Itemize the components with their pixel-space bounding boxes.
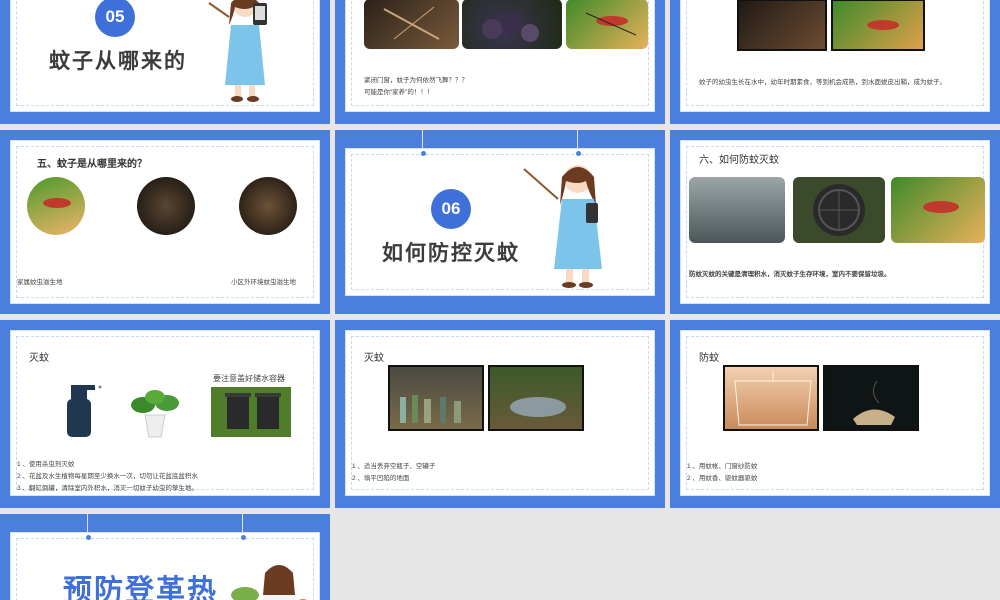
slide-thumbnail-kill-mosquitoes-1[interactable]: 灭蚊 要注意盖好储水容器 1 、使用杀虫剂灭蚊 2 、花盆及水生植物每星期至少换… xyxy=(0,320,330,508)
mosquito-net-photo xyxy=(723,365,819,431)
tip-2: 2 、花盆及水生植物每星期至少换水一次，切勿让花盆底盆积水 xyxy=(17,473,198,480)
tip-2: 2 、用蚊香、驱蚊器驱蚊 xyxy=(687,475,758,482)
slide-thumbnail-05[interactable]: 05 蚊子从哪来的 xyxy=(0,0,330,124)
slide-sorter-grid: 05 蚊子从哪来的 紧闭门窗，蚊子为何依然飞舞？？？ 可能是你“家养”的！！！ … xyxy=(0,0,1000,600)
slide-thumbnail-prevention[interactable]: 六、如何防蚊灭蚊 防蚊灭蚊的关键是清理积水，消灭蚊子生存环境，室内不要保留垃圾。 xyxy=(670,130,1000,314)
mosquito-circle-photo xyxy=(27,177,85,235)
label-home-breeding: 家属蚊虫滋生地 xyxy=(17,279,63,286)
slide-thumbnail-prevent-dengue[interactable]: 预防登革热 xyxy=(0,514,330,600)
mosquito-photo xyxy=(364,0,459,49)
potted-plant-image xyxy=(123,387,187,439)
tip-1: 1 、使用杀虫剂灭蚊 xyxy=(17,461,75,468)
mosquito-on-skin-photo xyxy=(566,0,648,49)
tip-3: 3 、翻缸倒罐，清除室内外积水，消灭一切蚊子幼虫的孳生地。 xyxy=(17,485,198,492)
slide-thumbnail-closed-windows[interactable]: 紧闭门窗，蚊子为何依然飞舞？？？ 可能是你“家养”的！！！ xyxy=(335,0,665,124)
slide-heading: 六、如何防蚊灭蚊 xyxy=(699,155,779,166)
slide-heading: 灭蚊 xyxy=(29,353,49,364)
empty-bottles-photo xyxy=(388,365,484,431)
slide-heading: 五、蚊子是从哪里来的？ xyxy=(37,159,147,170)
slide-thumbnail-larva[interactable]: 蚊子的幼虫生长在水中，幼年时期素食，等到机会成熟，到水面蜕皮出鞘，成为蚊子。 xyxy=(670,0,1000,124)
mosquito-circle-photo xyxy=(137,177,195,235)
slide-thumbnail-kill-mosquitoes-2[interactable]: 灭蚊 1 、适当丢弃空瓶子、空罐子 2 、填平凹陷的地面 xyxy=(335,320,665,508)
mosquito-circle-photo xyxy=(239,177,297,235)
doctor-illustration xyxy=(225,555,311,600)
slide-title: 预防登革热 xyxy=(63,575,219,600)
slide-heading: 灭蚊 xyxy=(364,353,384,364)
water-bins-image xyxy=(211,387,291,437)
slide-title: 如何防控灭蚊 xyxy=(382,242,520,265)
section-number-badge: 06 xyxy=(431,189,471,229)
mosquito-repellent-photo xyxy=(823,365,919,431)
bin-caption: 要注意盖好储水容器 xyxy=(213,374,285,383)
prevention-key-text: 防蚊灭蚊的关键是清理积水，消灭蚊子生存环境，室内不要保留垃圾。 xyxy=(689,271,891,278)
drain-cover-photo xyxy=(793,177,885,243)
berries-photo xyxy=(462,0,562,49)
tip-1: 1 、适当丢弃空瓶子、空罐子 xyxy=(352,463,436,470)
label-outdoor-breeding: 小区外环境蚊虫滋生地 xyxy=(231,279,296,286)
answer-text: 可能是你“家养”的！！！ xyxy=(364,89,434,96)
mosquito-photo xyxy=(737,0,827,51)
slide-title: 蚊子从哪来的 xyxy=(49,50,187,73)
rain-puddle-photo xyxy=(689,177,785,243)
tip-1: 1 、用蚊帐、门窗纱防蚊 xyxy=(687,463,758,470)
teacher-illustration xyxy=(207,0,277,103)
question-text: 紧闭门窗，蚊子为何依然飞舞？？？ xyxy=(364,77,468,84)
mosquito-on-skin-photo xyxy=(891,177,985,243)
slide-thumbnail-protection[interactable]: 防蚊 1 、用蚊帐、门窗纱防蚊 2 、用蚊香、驱蚊器驱蚊 xyxy=(670,320,1000,508)
slide-thumbnail-06[interactable]: 06 如何防控灭蚊 xyxy=(335,130,665,314)
teacher-illustration xyxy=(522,157,612,293)
slide-thumbnail-breeding-sites[interactable]: 五、蚊子是从哪里来的？ 家属蚊虫滋生地 小区外环境蚊虫滋生地 xyxy=(0,130,330,314)
ground-puddle-photo xyxy=(488,365,584,431)
mosquito-biting-photo xyxy=(831,0,925,51)
spray-bottle-image xyxy=(63,375,105,439)
larva-text: 蚊子的幼虫生长在水中，幼年时期素食，等到机会成熟，到水面蜕皮出鞘，成为蚊子。 xyxy=(699,79,946,86)
slide-heading: 防蚊 xyxy=(699,353,719,364)
tip-2: 2 、填平凹陷的地面 xyxy=(352,475,410,482)
